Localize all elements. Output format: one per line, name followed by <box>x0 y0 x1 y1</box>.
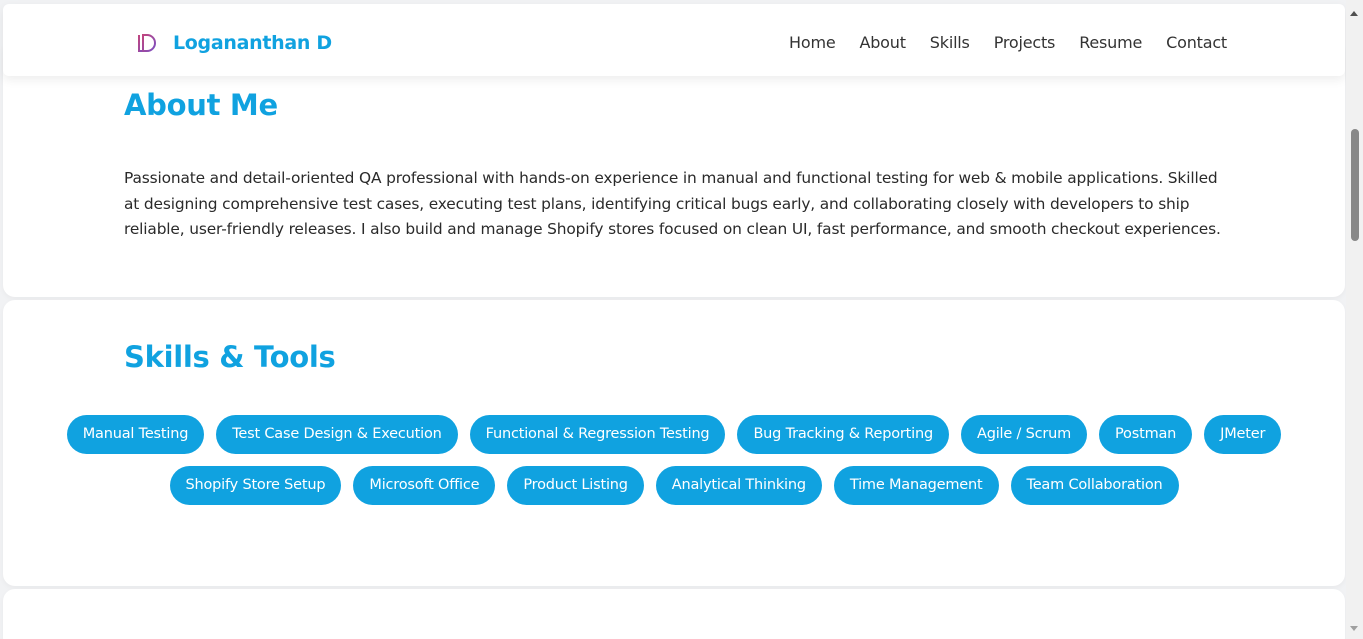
scrollbar-thumb[interactable] <box>1351 129 1359 241</box>
about-title: About Me <box>124 88 278 122</box>
nav-projects[interactable]: Projects <box>994 31 1056 55</box>
skill-chip: Postman <box>1099 415 1193 454</box>
skill-chip: Functional & Regression Testing <box>469 415 726 454</box>
brand-name: Logananthan D <box>173 32 332 54</box>
skill-chip: Test Case Design & Execution <box>216 415 458 454</box>
scroll-up-arrow-icon[interactable] <box>1350 11 1358 16</box>
skills-chip-list: Manual Testing Test Case Design & Execut… <box>63 415 1285 505</box>
nav-contact[interactable]: Contact <box>1166 31 1227 55</box>
scroll-down-arrow-icon[interactable] <box>1350 626 1358 631</box>
nav-home[interactable]: Home <box>789 31 836 55</box>
next-section-card <box>3 589 1345 639</box>
skill-chip: Team Collaboration <box>1010 466 1179 505</box>
skill-chip: Agile / Scrum <box>960 415 1088 454</box>
nav-about[interactable]: About <box>859 31 906 55</box>
brand[interactable]: Logananthan D <box>136 31 332 55</box>
skill-chip: Shopify Store Setup <box>169 466 342 505</box>
skills-title: Skills & Tools <box>124 340 336 374</box>
skill-chip: Manual Testing <box>66 415 205 454</box>
skill-chip: Time Management <box>833 466 999 505</box>
nav-resume[interactable]: Resume <box>1079 31 1142 55</box>
skill-chip: Microsoft Office <box>353 466 496 505</box>
skill-chip: Product Listing <box>507 466 644 505</box>
nav-skills[interactable]: Skills <box>930 31 970 55</box>
skill-chip: Analytical Thinking <box>655 466 822 505</box>
skill-chip: Bug Tracking & Reporting <box>737 415 949 454</box>
skills-section: Skills & Tools Manual Testing Test Case … <box>3 300 1345 586</box>
page-viewport: About Me Passionate and detail-oriented … <box>0 0 1363 639</box>
vertical-scrollbar[interactable] <box>1346 0 1363 639</box>
top-navbar: Logananthan D Home About Skills Projects… <box>3 4 1345 76</box>
main-nav: Home About Skills Projects Resume Contac… <box>765 31 1227 55</box>
about-section: About Me Passionate and detail-oriented … <box>3 40 1345 297</box>
about-description: Passionate and detail-oriented QA profes… <box>124 169 1221 239</box>
skill-chip: JMeter <box>1204 415 1282 454</box>
ld-monogram-icon <box>138 34 156 52</box>
